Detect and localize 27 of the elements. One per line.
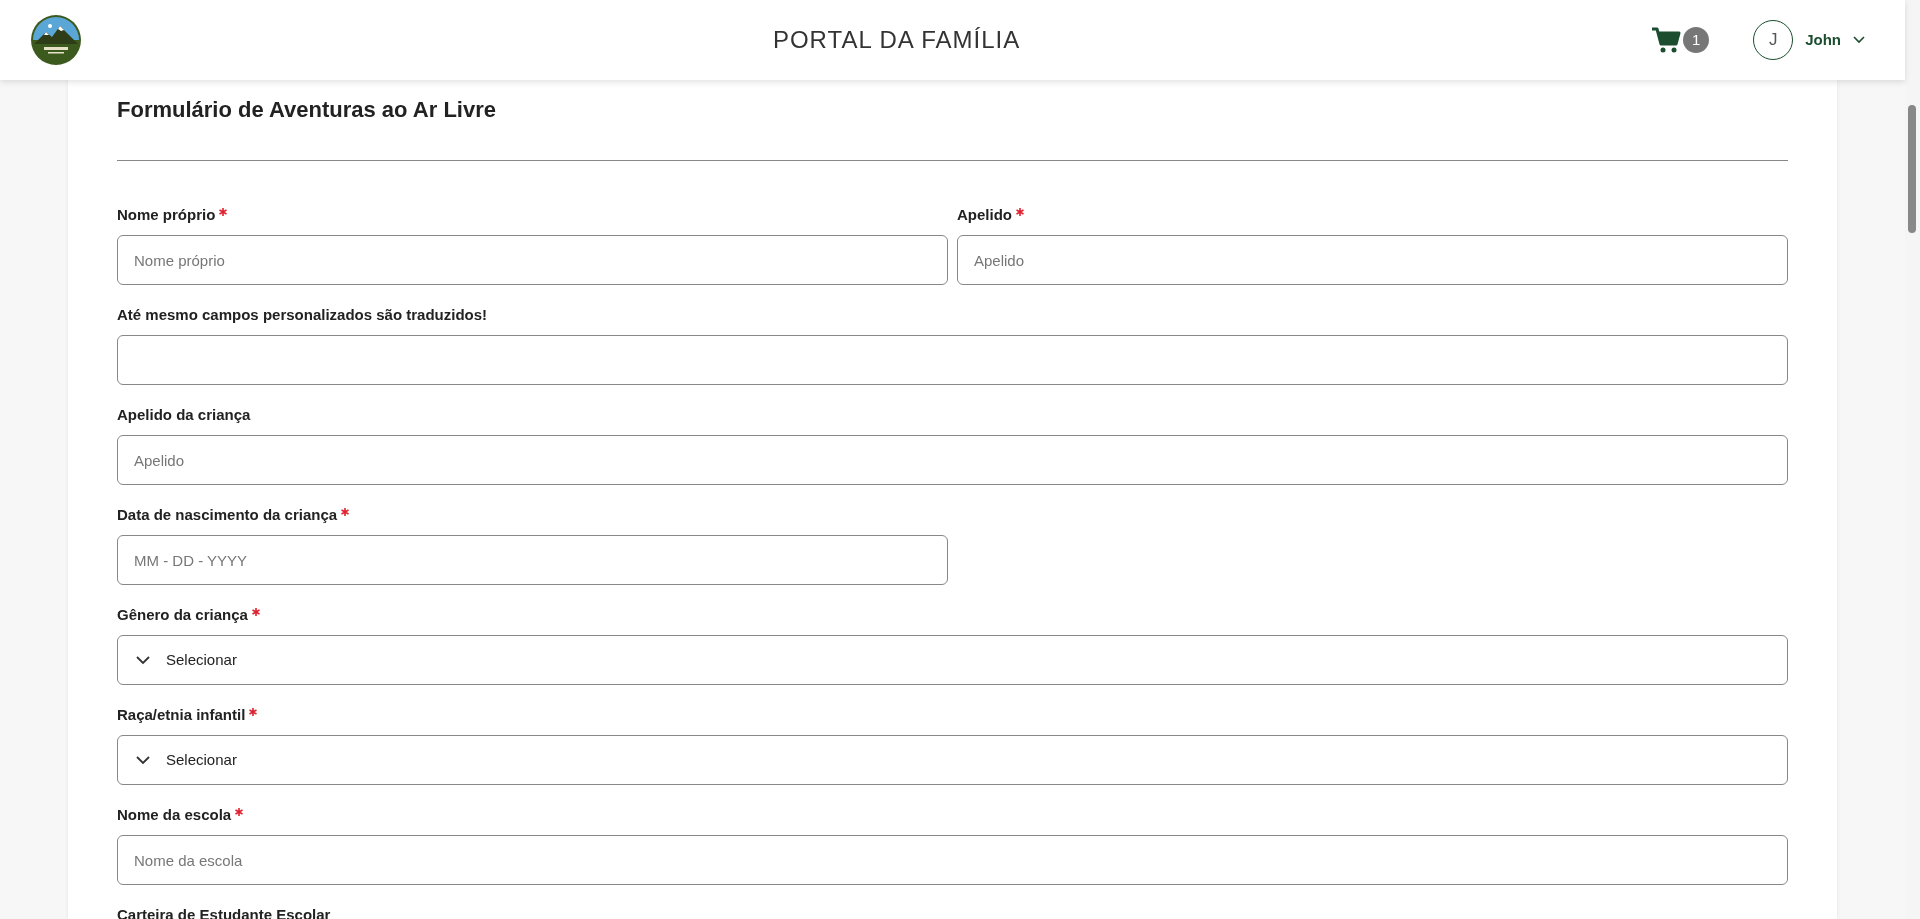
portal-title: PORTAL DA FAMÍLIA bbox=[772, 25, 1021, 55]
input-field[interactable]: Apelido bbox=[957, 235, 1788, 285]
cart-count-badge: 1 bbox=[1683, 27, 1710, 53]
chevron-down-icon bbox=[136, 655, 150, 665]
field-label: Nome da escola bbox=[117, 804, 232, 825]
field-label: Nome próprio bbox=[117, 204, 216, 225]
chevron-down-icon bbox=[136, 755, 150, 765]
date-field[interactable]: MM - DD - YYYY bbox=[117, 535, 948, 585]
field-label: Até mesmo campos personalizados são traduzidos! bbox=[117, 304, 488, 325]
logo-icon[interactable] bbox=[30, 14, 82, 66]
scrollbar-thumb[interactable] bbox=[1908, 105, 1916, 233]
select-field[interactable]: Selecionar bbox=[117, 735, 1788, 785]
input-field[interactable]: Nome da escola bbox=[117, 835, 1788, 885]
cart-icon[interactable] bbox=[1651, 26, 1682, 54]
field-label: Apelido bbox=[957, 204, 1012, 225]
input-field[interactable] bbox=[117, 335, 1788, 385]
field-label: Apelido da criança bbox=[117, 404, 251, 425]
input-field[interactable]: Nome próprio bbox=[117, 235, 948, 285]
field-label: Gênero da criança bbox=[117, 604, 248, 625]
input-field[interactable]: Apelido bbox=[117, 435, 1788, 485]
chevron-down-icon bbox=[1853, 36, 1865, 44]
field-label: Carteira de Estudante Escolar bbox=[117, 904, 331, 919]
field-label: Data de nascimento da criança bbox=[117, 504, 338, 525]
field-label: Raça/etnia infantil bbox=[117, 704, 246, 725]
select-field[interactable]: Selecionar bbox=[117, 635, 1788, 685]
form-title: Formulário de Aventuras ao Ar Livre bbox=[117, 96, 497, 124]
user-menu[interactable]: J John bbox=[1753, 20, 1865, 60]
